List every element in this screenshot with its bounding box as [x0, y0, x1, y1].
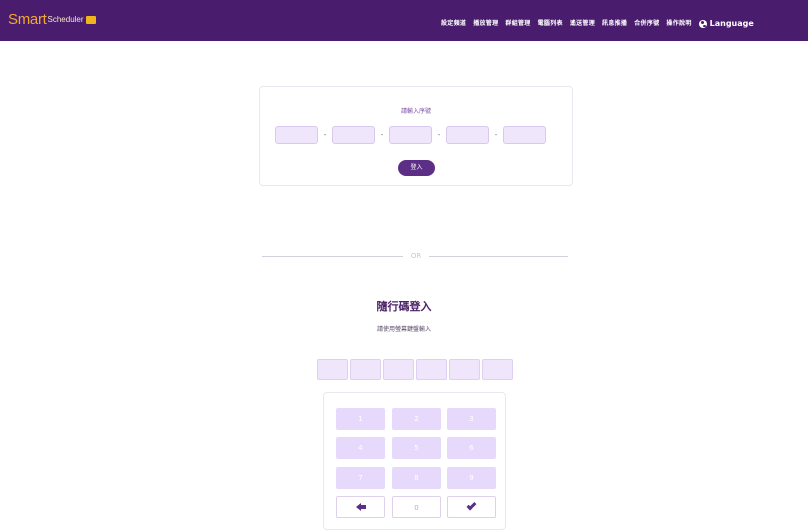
serial-field-4[interactable]: [446, 126, 489, 144]
code-display-row: [317, 359, 515, 380]
main-nav: 設定頻道 播放管理 群組管理 電腦列表 遙送管理 訊息推播 合併序號 操作說明 …: [441, 19, 754, 29]
key-4[interactable]: 4: [336, 437, 385, 459]
app-logo[interactable]: Smart Scheduler: [8, 10, 96, 30]
code-digit-box: [317, 359, 348, 380]
serial-separator: -: [380, 131, 384, 139]
arrow-left-icon: [355, 503, 366, 511]
serial-field-5[interactable]: [503, 126, 546, 144]
key-2[interactable]: 2: [392, 408, 441, 430]
login-button[interactable]: 登入: [398, 160, 435, 176]
random-code-subtitle: 請使用螢幕鍵盤輸入: [376, 326, 431, 333]
check-icon: [466, 500, 477, 511]
code-digit-box: [449, 359, 480, 380]
logo-text-scheduler: Scheduler: [47, 15, 84, 24]
nav-item-help[interactable]: 操作說明: [666, 20, 691, 28]
nav-item-groups[interactable]: 群組管理: [505, 20, 530, 28]
key-6[interactable]: 6: [447, 437, 496, 459]
code-digit-box: [383, 359, 414, 380]
nav-item-computers[interactable]: 電腦列表: [538, 20, 563, 28]
onscreen-keypad: 1 2 3 4 5 6 7 8 9 0: [323, 392, 506, 530]
divider-line-right: [429, 256, 568, 257]
nav-item-channel-settings[interactable]: 設定頻道: [441, 20, 466, 28]
nav-item-push-messages[interactable]: 訊息推播: [602, 20, 627, 28]
serial-separator: -: [494, 131, 498, 139]
serial-login-card: 請輸入序號 - - - - 登入: [259, 86, 573, 186]
key-3[interactable]: 3: [447, 408, 496, 430]
logo-text-smart: Smart: [8, 11, 47, 28]
confirm-button[interactable]: [447, 496, 496, 518]
key-7[interactable]: 7: [336, 467, 385, 489]
serial-separator: -: [323, 131, 327, 139]
backspace-button[interactable]: [336, 496, 385, 518]
nav-item-playback[interactable]: 播放管理: [473, 20, 498, 28]
divider-line-left: [262, 256, 403, 257]
nav-item-remote[interactable]: 遙送管理: [570, 20, 595, 28]
serial-field-2[interactable]: [332, 126, 375, 144]
key-1[interactable]: 1: [336, 408, 385, 430]
code-digit-box: [416, 359, 447, 380]
serial-separator: -: [437, 131, 441, 139]
serial-field-1[interactable]: [275, 126, 318, 144]
key-5[interactable]: 5: [392, 437, 441, 459]
serial-title: 請輸入序號: [400, 108, 431, 115]
language-label: Language: [709, 19, 754, 28]
language-menu[interactable]: Language: [698, 19, 754, 29]
serial-input-row: - - - -: [275, 126, 546, 144]
globe-icon: [698, 20, 707, 28]
key-8[interactable]: 8: [392, 467, 441, 489]
nav-item-merge-serials[interactable]: 合併序號: [634, 20, 659, 28]
key-0[interactable]: 0: [392, 496, 441, 518]
code-digit-box: [482, 359, 513, 380]
code-digit-box: [350, 359, 381, 380]
serial-field-3[interactable]: [389, 126, 432, 144]
or-divider-label: OR: [410, 252, 422, 260]
key-9[interactable]: 9: [447, 467, 496, 489]
logo-icon: [85, 16, 96, 24]
random-code-title: 隨行碼登入: [376, 300, 432, 313]
top-navbar: Smart Scheduler 設定頻道 播放管理 群組管理 電腦列表 遙送管理…: [0, 0, 808, 41]
